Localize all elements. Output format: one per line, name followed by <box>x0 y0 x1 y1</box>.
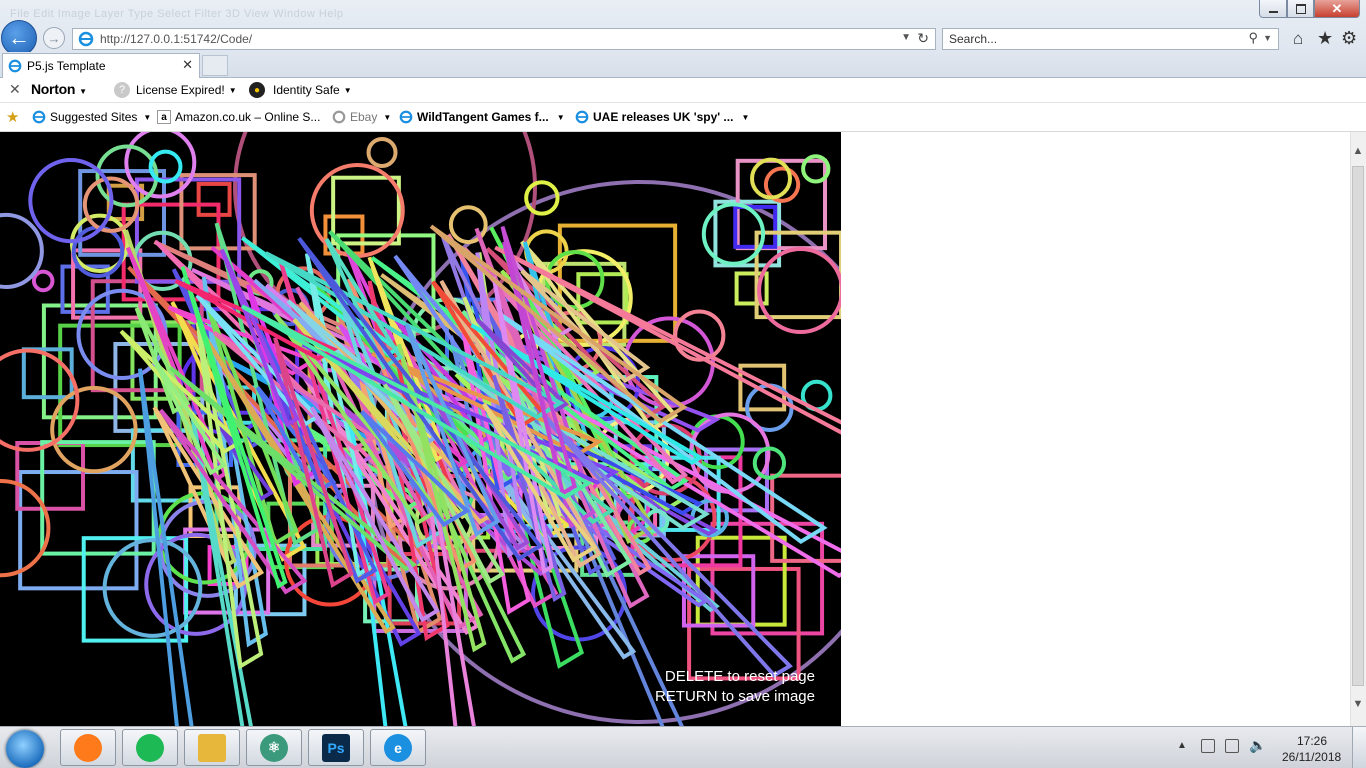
ie-tab-icon <box>8 59 22 73</box>
tray-expand-icon[interactable]: ▲ <box>1177 740 1187 751</box>
address-dropdown-icon[interactable]: ▼ <box>901 32 911 43</box>
back-arrow-icon: ← <box>8 25 30 50</box>
tab-p5js-template[interactable]: P5.js Template ✕ <box>2 53 200 78</box>
file-explorer-taskbar-button[interactable] <box>184 729 240 766</box>
forward-arrow-icon: → <box>47 30 61 46</box>
art-circle <box>31 269 55 293</box>
clock-date[interactable]: 26/11/2018 <box>1282 750 1341 764</box>
chevron-down-icon: ▼ <box>556 112 565 122</box>
norton-logo: Norton <box>31 81 76 97</box>
search-input[interactable]: Search... ⚲ ▼ <box>942 28 1279 50</box>
photoshop-taskbar-button[interactable]: Ps <box>308 729 364 766</box>
save-hint: RETURN to save image <box>654 688 815 705</box>
refresh-icon[interactable]: ↻ <box>917 30 929 47</box>
fav-label: UAE releases UK 'spy' ... <box>593 110 734 124</box>
address-url: http://127.0.0.1:51742/Code/ <box>100 32 253 46</box>
art-circle <box>750 157 792 200</box>
atom-icon: ⚛ <box>260 733 288 762</box>
ie-page-icon <box>575 110 589 124</box>
fav-wildtangent[interactable]: WildTangent Games f... ▼ <box>399 110 565 124</box>
question-icon: ? <box>114 82 130 98</box>
chevron-down-icon: ▼ <box>79 87 87 96</box>
internet-explorer-taskbar-button[interactable]: e <box>370 729 426 766</box>
gear-icon[interactable]: ⚙ <box>1341 28 1357 49</box>
page-background <box>841 132 1350 726</box>
art-square <box>15 441 86 511</box>
norton-menu[interactable]: Norton ▼ <box>31 81 87 97</box>
art-square <box>18 470 139 591</box>
favorites-star-icon[interactable]: ★ <box>1317 28 1333 49</box>
close-toolbar-icon[interactable]: ✕ <box>9 81 21 98</box>
fav-label: WildTangent Games f... <box>417 110 549 124</box>
ie-page-icon <box>399 110 413 124</box>
new-tab-button[interactable] <box>202 55 228 76</box>
fav-suggested-sites[interactable]: Suggested Sites ▼ <box>32 110 151 124</box>
amazon-icon: a <box>157 110 171 124</box>
spotify-taskbar-button[interactable] <box>122 729 178 766</box>
search-icon[interactable]: ⚲ <box>1248 30 1258 46</box>
file-explorer-icon <box>198 733 226 762</box>
photoshop-icon: Ps <box>322 733 350 762</box>
chevron-down-icon: ▼ <box>383 112 392 122</box>
firefox-taskbar-button[interactable] <box>60 729 116 766</box>
fav-label: Suggested Sites <box>50 110 138 124</box>
clock-time[interactable]: 17:26 <box>1297 734 1327 748</box>
forward-button[interactable]: → <box>43 27 65 49</box>
home-icon[interactable]: ⌂ <box>1293 29 1303 49</box>
ie-page-icon <box>78 31 94 47</box>
art-circle <box>757 247 841 334</box>
identity-safe-menu[interactable]: Identity Safe ▼ <box>273 83 352 97</box>
minimize-button[interactable] <box>1259 0 1287 18</box>
close-icon: ✕ <box>1331 0 1343 16</box>
art-square <box>196 181 232 217</box>
search-dropdown-icon[interactable]: ▼ <box>1263 33 1272 43</box>
fav-uae-news[interactable]: UAE releases UK 'spy' ... ▼ <box>575 110 749 124</box>
p5-sketch-canvas[interactable]: DELETE to reset page RETURN to save imag… <box>0 132 841 726</box>
fav-amazon[interactable]: a Amazon.co.uk – Online S... <box>157 110 320 124</box>
minimize-icon <box>1268 10 1278 13</box>
ie-page-icon <box>332 110 346 124</box>
art-circle <box>28 158 114 244</box>
art-circle <box>124 132 197 199</box>
license-expired-menu[interactable]: License Expired! ▼ <box>136 83 237 97</box>
network-tray-icon[interactable] <box>1225 739 1239 753</box>
fav-label: Amazon.co.uk – Online S... <box>175 110 321 124</box>
fav-ebay[interactable]: Ebay ▼ <box>332 110 391 124</box>
address-bar[interactable]: http://127.0.0.1:51742/Code/ ▼ ↻ <box>72 28 936 50</box>
back-button[interactable]: ← <box>1 20 37 56</box>
chevron-down-icon: ▼ <box>741 112 750 122</box>
tab-close-icon[interactable]: ✕ <box>182 57 193 73</box>
search-placeholder: Search... <box>949 32 998 46</box>
restore-icon <box>1295 3 1306 14</box>
tab-title: P5.js Template <box>27 59 106 73</box>
identity-label: Identity Safe <box>273 83 340 97</box>
internet-explorer-icon: e <box>384 733 412 762</box>
identity-safe-icon: ● <box>249 82 265 98</box>
volume-icon[interactable]: 🔈 <box>1249 737 1266 754</box>
restore-button[interactable] <box>1287 0 1314 18</box>
ie-page-icon <box>32 110 46 124</box>
usb-tray-icon[interactable] <box>1201 739 1215 753</box>
firefox-icon <box>74 733 102 762</box>
art-circle <box>366 136 398 168</box>
chevron-down-icon: ▼ <box>228 85 237 95</box>
generative-artwork <box>0 132 841 726</box>
atom-taskbar-button[interactable]: ⚛ <box>246 729 302 766</box>
spotify-icon <box>136 733 164 762</box>
chevron-down-icon: ▼ <box>343 85 352 95</box>
close-window-button[interactable]: ✕ <box>1314 0 1360 18</box>
start-button[interactable] <box>6 730 44 768</box>
reset-hint: DELETE to reset page <box>664 668 815 685</box>
scroll-down-icon[interactable]: ▼ <box>1350 698 1366 710</box>
favorites-bar-star-icon[interactable]: ★ <box>6 108 19 126</box>
background-menu-ghost: File Edit Image Layer Type Select Filter… <box>10 8 344 20</box>
chevron-down-icon: ▼ <box>143 112 152 122</box>
license-label: License Expired! <box>136 83 225 97</box>
show-desktop-button[interactable] <box>1352 727 1366 768</box>
scrollbar-thumb[interactable] <box>1352 166 1364 686</box>
fav-label: Ebay <box>350 110 378 124</box>
scroll-up-icon[interactable]: ▲ <box>1350 145 1366 157</box>
